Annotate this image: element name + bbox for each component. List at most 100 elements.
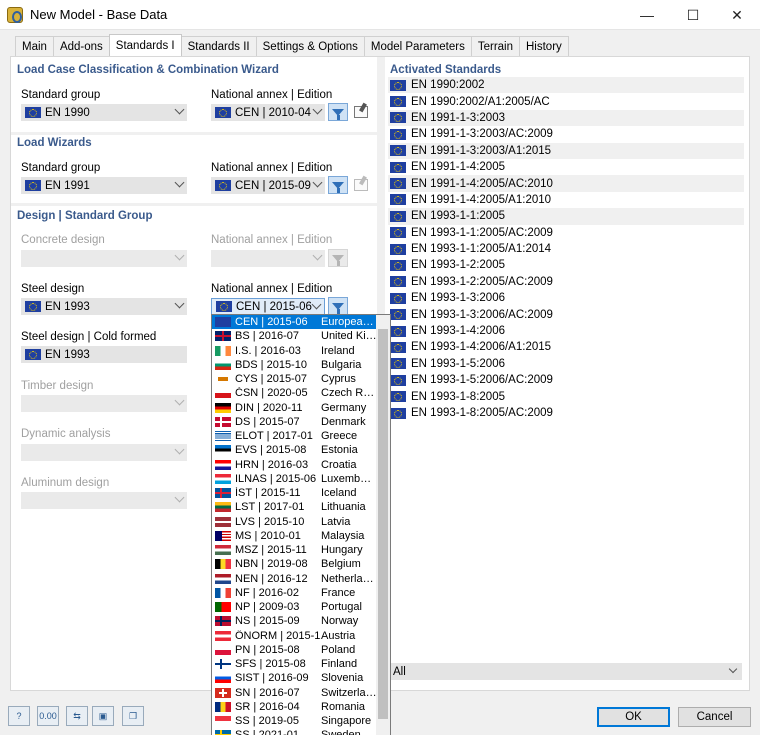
eu-flag-icon	[390, 79, 406, 91]
steel-design-select[interactable]: EN 1993	[21, 298, 187, 315]
tab-settings-options[interactable]: Settings & Options	[255, 36, 365, 56]
aluminum-design-select[interactable]	[21, 492, 187, 509]
annex-option[interactable]: SS | 2019-05 Singapore	[212, 714, 390, 728]
standard-list-item[interactable]: EN 1991-1-3:2003/A1:2015	[388, 142, 744, 159]
timber-design-select[interactable]	[21, 395, 187, 412]
annex-option[interactable]: ELOT | 2017-01 Greece	[212, 429, 390, 443]
annex-option[interactable]: SFS | 2015-08 Finland	[212, 657, 390, 671]
copy-icon[interactable]: ❐	[122, 706, 144, 726]
tab-terrain[interactable]: Terrain	[470, 36, 520, 56]
standard-list-item[interactable]: EN 1990:2002	[388, 77, 744, 94]
close-button[interactable]: ✕	[714, 0, 760, 30]
annex-option[interactable]: SIST | 2016-09 Slovenia	[212, 671, 390, 685]
standard-list-item[interactable]: EN 1991-1-3:2003/AC:2009	[388, 126, 744, 142]
filter-button[interactable]	[328, 103, 348, 121]
filter-button[interactable]	[328, 297, 348, 315]
help-icon[interactable]: ?	[8, 706, 30, 726]
filter-button[interactable]	[328, 176, 348, 194]
standard-list-item[interactable]: EN 1993-1-4:2006/A1:2015	[388, 339, 744, 355]
maximize-button[interactable]: ☐	[670, 0, 716, 30]
standard-list-item[interactable]: EN 1993-1-5:2006	[388, 356, 744, 372]
annex-option[interactable]: HRN | 2016-03 Croatia	[212, 458, 390, 472]
chevron-down-icon	[312, 177, 323, 188]
tab-history[interactable]: History	[519, 36, 569, 56]
load-case-standard-group-select[interactable]: EN 1990	[21, 104, 187, 121]
chevron-down-icon	[174, 298, 185, 309]
edit-icon	[354, 179, 368, 191]
minimize-button[interactable]: —	[624, 0, 670, 30]
dropdown-scrollbar[interactable]	[376, 315, 390, 735]
annex-option[interactable]: BS | 2016-07United King...	[212, 329, 390, 343]
steel-annex-select[interactable]: CEN | 2015-06	[211, 298, 325, 315]
annex-option[interactable]: NP | 2009-03 Portugal	[212, 600, 390, 614]
annex-option[interactable]: CEN | 2015-06 European ...	[212, 315, 390, 330]
annex-option[interactable]: PN | 2015-08 Poland	[212, 643, 390, 657]
standard-list-item[interactable]: EN 1993-1-1:2005/A1:2014	[388, 241, 744, 257]
edit-annex-button[interactable]	[351, 103, 371, 121]
annex-option[interactable]: EVS | 2015-08 Estonia	[212, 443, 390, 457]
filter-icon	[332, 181, 344, 193]
save-template-icon[interactable]: ▣	[92, 706, 114, 726]
tab-standards-ii[interactable]: Standards II	[180, 36, 257, 56]
national-annex-dropdown[interactable]: CEN | 2015-06 European ... BS | 2016-07 Uni…	[211, 314, 391, 735]
cancel-button[interactable]: Cancel	[678, 707, 751, 727]
concrete-annex-select[interactable]	[211, 250, 325, 267]
standard-list-item[interactable]: EN 1993-1-4:2006	[388, 323, 744, 339]
tab-add-ons[interactable]: Add-ons	[52, 36, 110, 56]
annex-option[interactable]: NF | 2016-02 France	[212, 586, 390, 600]
cold-formed-select[interactable]: EN 1993	[21, 346, 187, 363]
standard-list-item[interactable]: EN 1991-1-4:2005/AC:2010	[388, 175, 744, 192]
standard-list-item[interactable]: EN 1993-1-1:2005	[388, 208, 744, 225]
annex-option[interactable]: LST | 2017-01 Lithuania	[212, 500, 390, 514]
standard-list-item[interactable]: EN 1993-1-2:2005/AC:2009	[388, 274, 744, 290]
dynamic-analysis-select[interactable]	[21, 444, 187, 461]
annex-option[interactable]: ČSN | 2020-05Czech Repu...	[212, 386, 390, 400]
bg-flag-icon	[215, 359, 231, 370]
load-case-annex-select[interactable]: CEN | 2010-04	[211, 104, 325, 121]
annex-option[interactable]: MS | 2010-01 Malaysia	[212, 529, 390, 543]
eu-flag-icon	[390, 243, 406, 255]
annex-option[interactable]: LVS | 2015-10 Latvia	[212, 515, 390, 529]
standard-list-item[interactable]: EN 1991-1-4:2005/A1:2010	[388, 192, 744, 208]
annex-option[interactable]: NBN | 2019-08 Belgium	[212, 557, 390, 571]
standard-list-item[interactable]: EN 1993-1-3:2006	[388, 290, 744, 306]
standard-list-item[interactable]: EN 1993-1-2:2005	[388, 257, 744, 273]
annex-option[interactable]: SR | 2016-04 Romania	[212, 700, 390, 714]
concrete-design-select[interactable]	[21, 250, 187, 267]
load-wizards-annex-select[interactable]: CEN | 2015-09	[211, 177, 325, 194]
annex-option[interactable]: CYS | 2015-07 Cyprus	[212, 372, 390, 386]
add-ons-icon[interactable]: ⇆	[66, 706, 88, 726]
standard-list-item[interactable]: EN 1993-1-5:2006/AC:2009	[388, 372, 744, 388]
tab-model-parameters[interactable]: Model Parameters	[363, 36, 472, 56]
standard-list-item[interactable]: EN 1991-1-4:2005	[388, 159, 744, 175]
annex-option[interactable]: SN | 2016-07 Switzerland	[212, 686, 390, 700]
chevron-down-icon	[312, 250, 323, 261]
annex-option[interactable]: MSZ | 2015-11 Hungary	[212, 543, 390, 557]
annex-option[interactable]: DIN | 2020-11 Germany	[212, 401, 390, 415]
annex-option[interactable]: ILNAS | 2015-06 Luxembourg	[212, 472, 390, 486]
standard-list-item[interactable]: EN 1993-1-8:2005/AC:2009	[388, 405, 744, 421]
standard-list-item[interactable]: EN 1990:2002/A1:2005/AC	[388, 93, 744, 109]
annex-option[interactable]: SS | 2021-01Sweden	[212, 728, 390, 735]
annex-option[interactable]: NS | 2015-09 Norway	[212, 614, 390, 628]
standard-list-item[interactable]: EN 1991-1-3:2003	[388, 109, 744, 127]
fi-flag-icon	[215, 659, 231, 670]
annex-option[interactable]: ÖNORM | 2015-12 Austria	[212, 629, 390, 643]
standards-filter-select[interactable]: All	[390, 663, 742, 680]
standard-list-item[interactable]: EN 1993-1-1:2005/AC:2009	[388, 225, 744, 241]
annex-option[interactable]: DS | 2015-07 Denmark	[212, 415, 390, 429]
edit-annex-button[interactable]	[351, 176, 371, 194]
annex-option[interactable]: BDS | 2015-10 Bulgaria	[212, 358, 390, 372]
tab-main[interactable]: Main	[15, 36, 54, 56]
tab-standards-i[interactable]: Standards I	[108, 34, 182, 56]
annex-option[interactable]: ÍST | 2015-11 Iceland	[212, 486, 390, 500]
scrollbar-thumb[interactable]	[378, 329, 388, 719]
annex-option[interactable]: NEN | 2016-12 Netherlands	[212, 572, 390, 586]
units-icon[interactable]: 0.00	[37, 706, 59, 726]
standard-list-item[interactable]: EN 1993-1-8:2005	[388, 388, 744, 404]
load-wizards-standard-group-select[interactable]: EN 1991	[21, 177, 187, 194]
annex-option[interactable]: I.S. | 2016-03 Ireland	[212, 344, 390, 358]
ok-button[interactable]: OK	[597, 707, 670, 727]
standard-list-item[interactable]: EN 1993-1-3:2006/AC:2009	[388, 306, 744, 322]
filter-button[interactable]	[328, 249, 348, 267]
